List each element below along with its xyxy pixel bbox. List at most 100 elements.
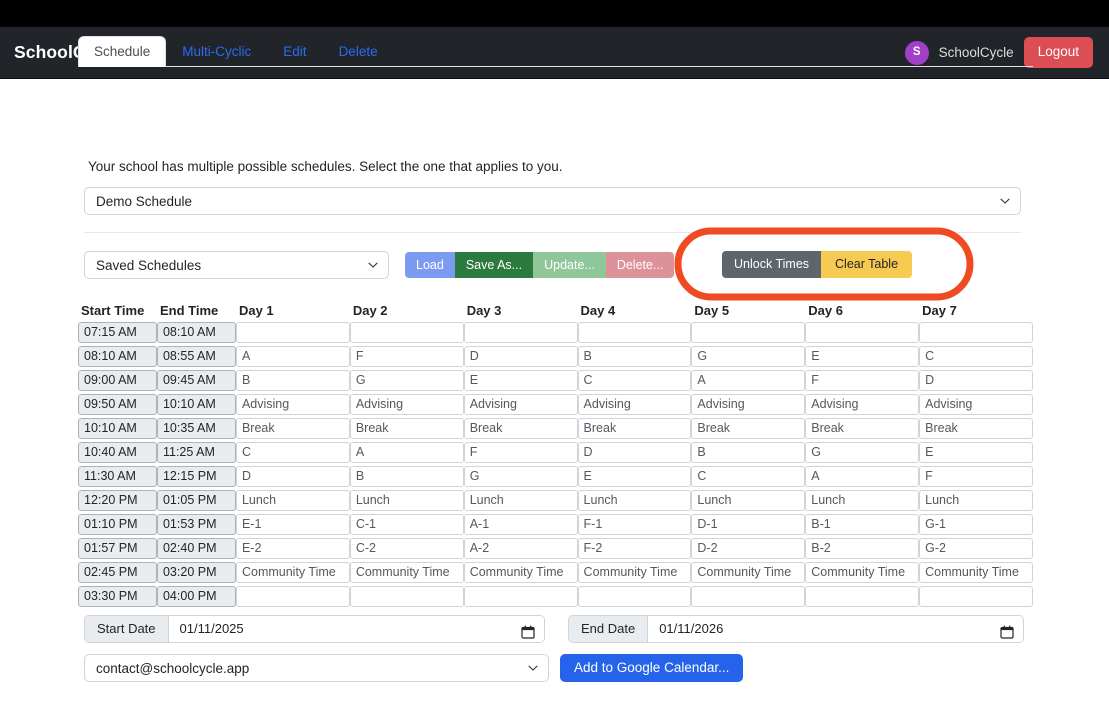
day-5-input-4[interactable]: Break [691, 418, 805, 439]
day-3-input-8[interactable]: A-1 [464, 514, 578, 535]
day-7-input-11[interactable] [919, 586, 1033, 607]
day-7-input-2[interactable]: D [919, 370, 1033, 391]
logout-button[interactable]: Logout [1024, 37, 1093, 67]
day-2-input-7[interactable]: Lunch [350, 490, 464, 511]
day-1-input-2[interactable]: B [236, 370, 350, 391]
day-3-input-10[interactable]: Community Time [464, 562, 578, 583]
start-time-input-7[interactable]: 12:20 PM [78, 490, 157, 511]
day-4-input-10[interactable]: Community Time [578, 562, 692, 583]
day-6-input-9[interactable]: B-2 [805, 538, 919, 559]
day-1-input-3[interactable]: Advising [236, 394, 350, 415]
end-time-input-0[interactable]: 08:10 AM [157, 322, 236, 343]
day-4-input-0[interactable] [578, 322, 692, 343]
day-1-input-8[interactable]: E-1 [236, 514, 350, 535]
day-5-input-5[interactable]: B [691, 442, 805, 463]
tab-multi-cyclic[interactable]: Multi-Cyclic [166, 36, 267, 67]
day-4-input-7[interactable]: Lunch [578, 490, 692, 511]
end-time-input-11[interactable]: 04:00 PM [157, 586, 236, 607]
day-3-input-2[interactable]: E [464, 370, 578, 391]
day-2-input-9[interactable]: C-2 [350, 538, 464, 559]
load-button[interactable]: Load [405, 252, 455, 278]
start-time-input-11[interactable]: 03:30 PM [78, 586, 157, 607]
day-2-input-0[interactable] [350, 322, 464, 343]
day-7-input-10[interactable]: Community Time [919, 562, 1033, 583]
day-2-input-6[interactable]: B [350, 466, 464, 487]
day-6-input-8[interactable]: B-1 [805, 514, 919, 535]
day-3-input-11[interactable] [464, 586, 578, 607]
day-6-input-3[interactable]: Advising [805, 394, 919, 415]
day-6-input-11[interactable] [805, 586, 919, 607]
day-3-input-4[interactable]: Break [464, 418, 578, 439]
day-4-input-9[interactable]: F-2 [578, 538, 692, 559]
day-2-input-10[interactable]: Community Time [350, 562, 464, 583]
day-5-input-11[interactable] [691, 586, 805, 607]
day-2-input-1[interactable]: F [350, 346, 464, 367]
day-4-input-8[interactable]: F-1 [578, 514, 692, 535]
day-7-input-8[interactable]: G-1 [919, 514, 1033, 535]
day-6-input-4[interactable]: Break [805, 418, 919, 439]
day-5-input-0[interactable] [691, 322, 805, 343]
end-time-input-6[interactable]: 12:15 PM [157, 466, 236, 487]
day-7-input-4[interactable]: Break [919, 418, 1033, 439]
day-1-input-6[interactable]: D [236, 466, 350, 487]
day-2-input-3[interactable]: Advising [350, 394, 464, 415]
day-5-input-8[interactable]: D-1 [691, 514, 805, 535]
day-3-input-1[interactable]: D [464, 346, 578, 367]
day-2-input-5[interactable]: A [350, 442, 464, 463]
day-6-input-7[interactable]: Lunch [805, 490, 919, 511]
start-time-input-2[interactable]: 09:00 AM [78, 370, 157, 391]
day-6-input-5[interactable]: G [805, 442, 919, 463]
end-time-input-1[interactable]: 08:55 AM [157, 346, 236, 367]
day-5-input-6[interactable]: C [691, 466, 805, 487]
start-time-input-0[interactable]: 07:15 AM [78, 322, 157, 343]
start-time-input-10[interactable]: 02:45 PM [78, 562, 157, 583]
day-7-input-5[interactable]: E [919, 442, 1033, 463]
day-1-input-1[interactable]: A [236, 346, 350, 367]
add-to-google-calendar-button[interactable]: Add to Google Calendar... [560, 654, 743, 682]
day-2-input-4[interactable]: Break [350, 418, 464, 439]
day-6-input-6[interactable]: A [805, 466, 919, 487]
day-1-input-0[interactable] [236, 322, 350, 343]
day-1-input-10[interactable]: Community Time [236, 562, 350, 583]
tab-schedule[interactable]: Schedule [78, 36, 166, 67]
schedule-select[interactable]: Demo Schedule [84, 187, 1021, 215]
day-7-input-9[interactable]: G-2 [919, 538, 1033, 559]
day-7-input-0[interactable] [919, 322, 1033, 343]
day-4-input-5[interactable]: D [578, 442, 692, 463]
day-3-input-7[interactable]: Lunch [464, 490, 578, 511]
day-4-input-1[interactable]: B [578, 346, 692, 367]
day-6-input-1[interactable]: E [805, 346, 919, 367]
day-3-input-5[interactable]: F [464, 442, 578, 463]
day-7-input-3[interactable]: Advising [919, 394, 1033, 415]
day-1-input-4[interactable]: Break [236, 418, 350, 439]
unlock-times-button[interactable]: Unlock Times [722, 251, 821, 278]
day-3-input-9[interactable]: A-2 [464, 538, 578, 559]
day-2-input-11[interactable] [350, 586, 464, 607]
end-time-input-8[interactable]: 01:53 PM [157, 514, 236, 535]
day-5-input-2[interactable]: A [691, 370, 805, 391]
end-time-input-2[interactable]: 09:45 AM [157, 370, 236, 391]
day-2-input-8[interactable]: C-1 [350, 514, 464, 535]
end-time-input-7[interactable]: 01:05 PM [157, 490, 236, 511]
day-5-input-9[interactable]: D-2 [691, 538, 805, 559]
day-6-input-0[interactable] [805, 322, 919, 343]
day-3-input-6[interactable]: G [464, 466, 578, 487]
day-1-input-7[interactable]: Lunch [236, 490, 350, 511]
calendar-icon[interactable] [521, 622, 535, 636]
day-3-input-0[interactable] [464, 322, 578, 343]
day-4-input-3[interactable]: Advising [578, 394, 692, 415]
start-time-input-8[interactable]: 01:10 PM [78, 514, 157, 535]
day-4-input-2[interactable]: C [578, 370, 692, 391]
end-time-input-3[interactable]: 10:10 AM [157, 394, 236, 415]
end-time-input-9[interactable]: 02:40 PM [157, 538, 236, 559]
day-4-input-11[interactable] [578, 586, 692, 607]
day-5-input-7[interactable]: Lunch [691, 490, 805, 511]
start-time-input-9[interactable]: 01:57 PM [78, 538, 157, 559]
day-6-input-10[interactable]: Community Time [805, 562, 919, 583]
end-time-input-10[interactable]: 03:20 PM [157, 562, 236, 583]
clear-table-button[interactable]: Clear Table [821, 251, 912, 278]
end-time-input-4[interactable]: 10:35 AM [157, 418, 236, 439]
calendar-icon[interactable] [1000, 622, 1014, 636]
start-time-input-6[interactable]: 11:30 AM [78, 466, 157, 487]
end-time-input-5[interactable]: 11:25 AM [157, 442, 236, 463]
